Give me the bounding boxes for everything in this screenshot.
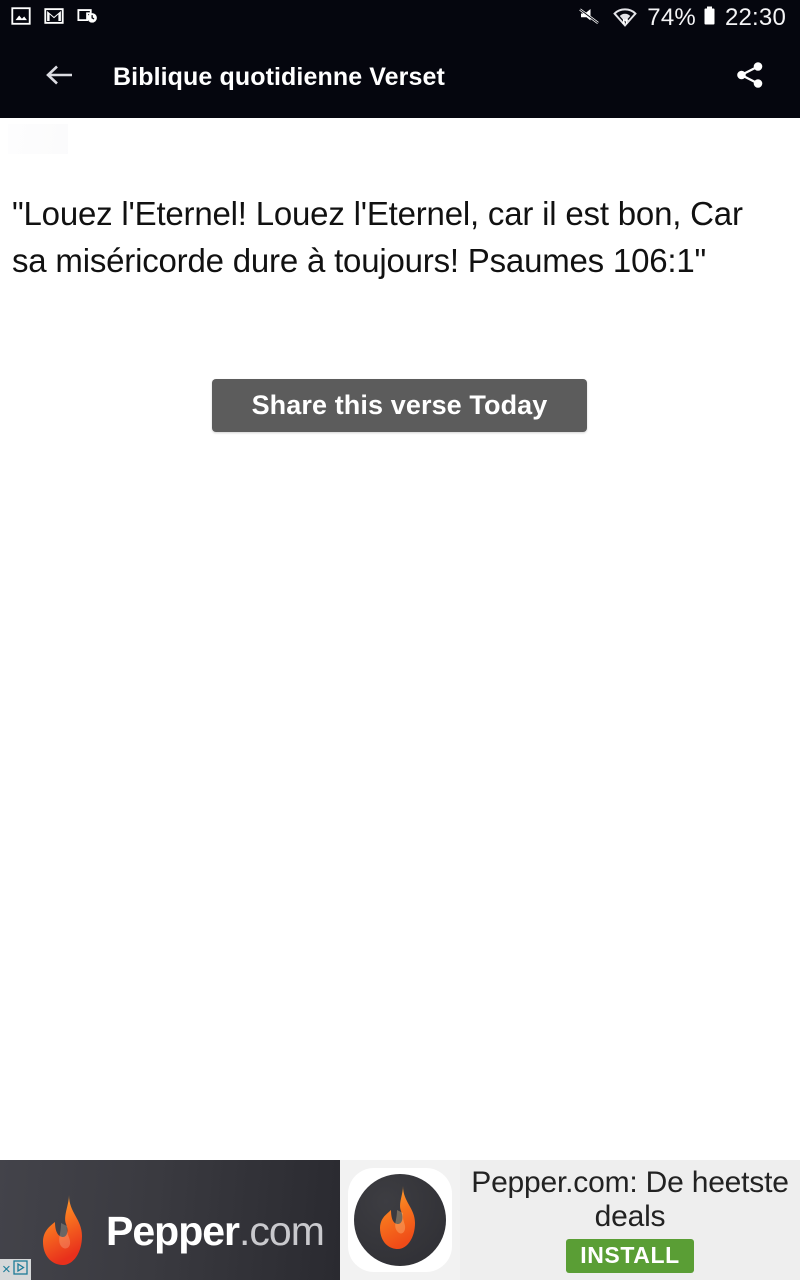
- verse-content-area: "Louez l'Eternel! Louez l'Eternel, car i…: [0, 118, 800, 1160]
- adchoices-info-icon: [13, 1259, 28, 1280]
- battery-icon: [703, 4, 716, 33]
- ad-copy-panel[interactable]: Pepper.com: De heetste deals INSTALL: [460, 1160, 800, 1280]
- adchoices-button[interactable]: ×: [0, 1259, 31, 1280]
- ad-headline: Pepper.com: De heetste deals: [471, 1165, 789, 1233]
- back-arrow-icon: [44, 60, 76, 95]
- status-bar-notification-icons: [10, 5, 100, 32]
- wifi-icon: [612, 4, 638, 33]
- app-icon-circle: [354, 1174, 446, 1266]
- ad-brand-panel[interactable]: Pepper.com ×: [0, 1160, 340, 1280]
- photo-icon: [10, 5, 32, 32]
- share-icon: [733, 58, 767, 97]
- ad-brand-tld: .com: [239, 1207, 325, 1254]
- share-button[interactable]: [724, 51, 776, 103]
- phone-screen: 74% 22:30 Biblique quotidienne Verset "L…: [0, 0, 800, 1280]
- battery-percent-label: 74%: [647, 4, 696, 31]
- gmail-icon: [43, 5, 65, 32]
- flame-logo-icon: [36, 1193, 94, 1274]
- mute-icon: [577, 4, 603, 33]
- share-this-verse-button[interactable]: Share this verse Today: [212, 379, 587, 432]
- ad-brand-wordmark: Pepper.com: [106, 1207, 325, 1255]
- clock-label: 22:30: [724, 4, 786, 31]
- install-button[interactable]: INSTALL: [566, 1238, 694, 1273]
- render-artifact: [8, 124, 68, 154]
- ad-app-icon-panel: [340, 1160, 460, 1280]
- status-bar: 74% 22:30: [0, 0, 800, 36]
- ad-app-icon: [348, 1168, 452, 1272]
- ad-brand-name: Pepper: [106, 1207, 240, 1254]
- ad-banner[interactable]: Pepper.com × Pepper.com: De heetste deal…: [0, 1160, 800, 1280]
- verse-text: "Louez l'Eternel! Louez l'Eternel, car i…: [12, 195, 743, 279]
- status-bar-system-icons: 74% 22:30: [577, 4, 786, 33]
- back-button[interactable]: [34, 51, 86, 103]
- page-title: Biblique quotidienne Verset: [113, 62, 445, 91]
- flame-icon: [376, 1185, 424, 1256]
- close-icon: ×: [2, 1261, 11, 1278]
- screen-record-icon: [76, 5, 100, 32]
- app-title-bar: Biblique quotidienne Verset: [0, 36, 800, 118]
